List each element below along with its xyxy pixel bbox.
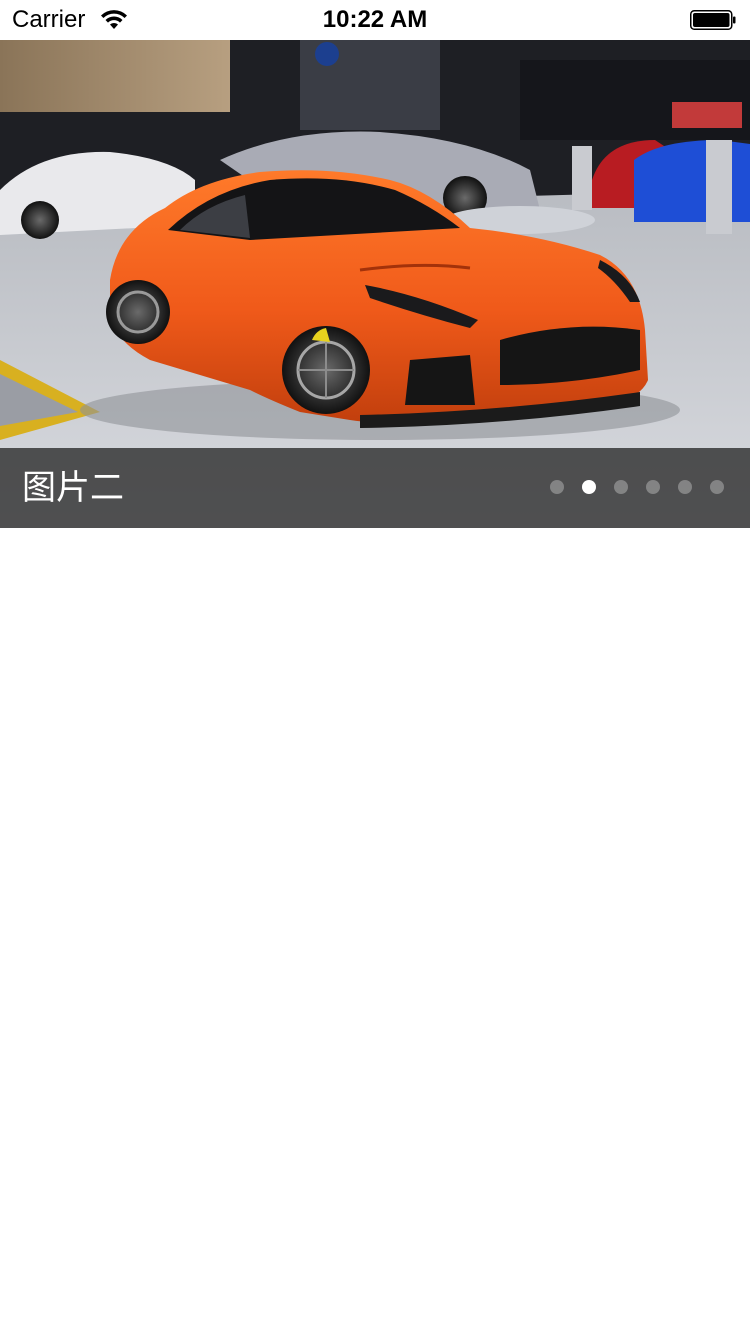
clock-time: 10:22 AM xyxy=(322,6,428,33)
page-dot-4[interactable] xyxy=(646,480,660,494)
page-dot-6[interactable] xyxy=(710,480,724,494)
page-dot-1[interactable] xyxy=(550,480,564,494)
app-screen: Carrier 10:22 AM 图片二 xyxy=(0,0,750,1334)
banner-caption: 图片二 xyxy=(22,468,124,508)
page-dot-3[interactable] xyxy=(614,480,628,494)
empty-content-area xyxy=(0,528,750,1334)
battery-icon xyxy=(690,10,736,30)
status-bar: Carrier 10:22 AM xyxy=(0,0,750,40)
image-carousel[interactable]: 图片二 xyxy=(0,40,750,528)
page-dot-2-active[interactable] xyxy=(582,480,596,494)
page-control[interactable] xyxy=(550,480,724,494)
caption-bar: 图片二 xyxy=(0,448,750,528)
page-dot-5[interactable] xyxy=(678,480,692,494)
